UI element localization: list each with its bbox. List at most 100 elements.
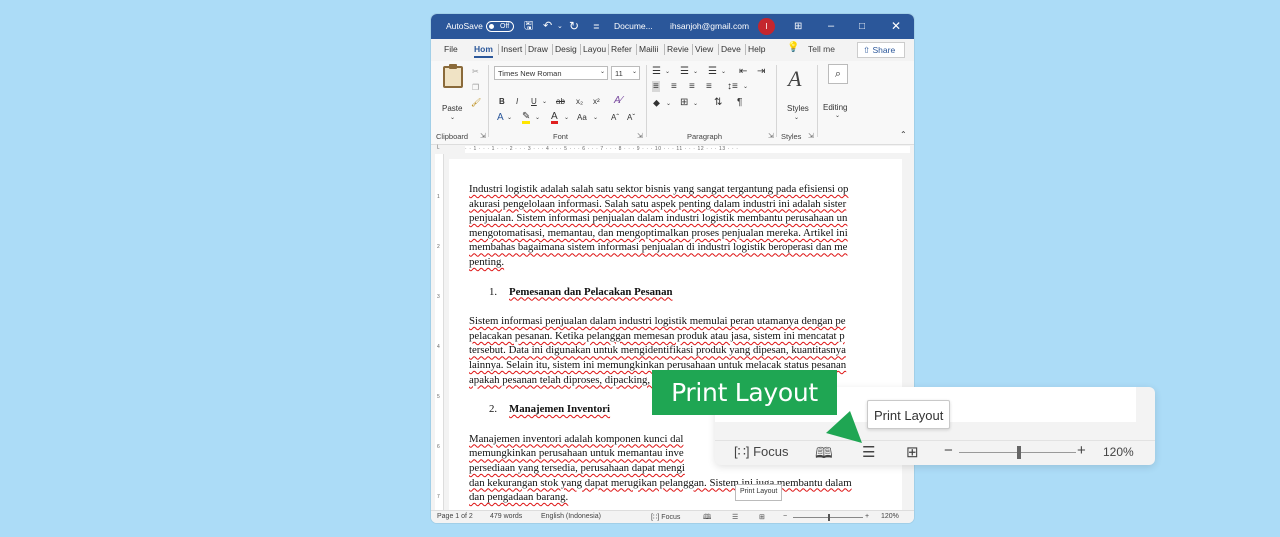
bullets-icon[interactable]: ☰ — [652, 66, 661, 77]
tab-selector-icon[interactable]: └ — [435, 146, 439, 152]
web-layout-icon[interactable]: ⊞ — [759, 513, 765, 521]
shrink-font-button[interactable]: Aˇ — [627, 113, 635, 122]
zoomed-zoom-level[interactable]: 120% — [1103, 445, 1134, 459]
align-left-icon[interactable]: ≡ — [652, 81, 660, 92]
zoom-level[interactable]: 120% — [881, 513, 899, 520]
bullets-dropdown-icon[interactable]: ⌄ — [665, 68, 670, 75]
styles-icon[interactable]: A — [788, 66, 801, 92]
justify-icon[interactable]: ≡ — [706, 81, 712, 92]
superscript-button[interactable]: x² — [593, 97, 600, 106]
zoom-in-icon[interactable]: + — [865, 513, 869, 520]
zoomed-web-layout-icon[interactable]: ⊞ — [906, 443, 919, 461]
sort-icon[interactable]: ⇅ — [714, 97, 722, 108]
editing-button[interactable]: Editing — [823, 103, 847, 112]
zoomed-zoom-out-icon[interactable]: − — [944, 442, 953, 459]
paste-button-label[interactable]: Paste — [442, 104, 462, 113]
tab-developer[interactable]: Deve — [721, 44, 741, 54]
tab-insert[interactable]: Insert — [501, 44, 522, 54]
paragraph-launcher-icon[interactable]: ⇲ — [768, 132, 774, 140]
styles-dropdown-icon[interactable]: ⌄ — [794, 114, 799, 121]
tab-references[interactable]: Refer — [611, 44, 632, 54]
line-spacing-dropdown-icon[interactable]: ⌄ — [743, 83, 748, 90]
tab-home[interactable]: Hom — [474, 44, 493, 58]
zoomed-zoom-thumb[interactable] — [1017, 446, 1021, 459]
align-right-icon[interactable]: ≡ — [689, 81, 695, 92]
multilevel-list-icon[interactable]: ☰ — [708, 66, 717, 77]
borders-icon[interactable]: ⊞ — [680, 97, 688, 108]
styles-launcher-icon[interactable]: ⇲ — [808, 132, 814, 140]
zoomed-read-mode-icon[interactable]: 🕮 — [815, 443, 833, 465]
show-formatting-icon[interactable]: ¶ — [737, 97, 742, 108]
underline-button[interactable]: U — [531, 97, 537, 106]
focus-button[interactable]: [∷] Focus — [651, 513, 680, 521]
font-color-dropdown-icon[interactable]: ⌄ — [564, 114, 569, 121]
tab-design[interactable]: Desig — [555, 44, 577, 54]
tab-mailings[interactable]: Mailii — [639, 44, 658, 54]
subscript-button[interactable]: x₂ — [576, 97, 583, 106]
undo-icon[interactable]: ↶ — [543, 14, 552, 39]
close-icon[interactable]: ✕ — [891, 14, 901, 39]
text-effects-dropdown-icon[interactable]: ⌄ — [507, 114, 512, 121]
shading-icon[interactable]: ⬥ — [653, 98, 660, 109]
tab-layout[interactable]: Layou — [583, 44, 606, 54]
zoom-slider-thumb[interactable] — [828, 514, 830, 521]
font-size-select[interactable]: 11 ⌄ — [611, 66, 640, 80]
align-center-icon[interactable]: ≡ — [671, 81, 677, 92]
strikethrough-button[interactable]: ab — [556, 97, 565, 106]
read-mode-icon[interactable]: 🕮 — [703, 513, 711, 523]
shading-dropdown-icon[interactable]: ⌄ — [666, 100, 671, 107]
minimize-icon[interactable]: – — [828, 14, 834, 39]
text-effects-icon[interactable]: A — [497, 112, 504, 123]
numbering-icon[interactable]: ☰ — [680, 66, 689, 77]
line-spacing-icon[interactable]: ↕≡ — [727, 81, 738, 92]
grow-font-button[interactable]: Aˆ — [611, 113, 619, 122]
paste-dropdown-icon[interactable]: ⌄ — [450, 114, 455, 121]
clipboard-launcher-icon[interactable]: ⇲ — [480, 132, 486, 140]
zoomed-focus-button[interactable]: [∷] Focus — [734, 444, 789, 460]
ribbon-display-options-icon[interactable]: ⊞ — [794, 14, 802, 39]
customize-qat-icon[interactable]: ≣ — [593, 14, 600, 39]
multilevel-dropdown-icon[interactable]: ⌄ — [721, 68, 726, 75]
borders-dropdown-icon[interactable]: ⌄ — [693, 100, 698, 107]
search-icon[interactable]: ⌕ — [828, 64, 848, 84]
editing-dropdown-icon[interactable]: ⌄ — [835, 112, 840, 119]
save-icon[interactable]: 🖫 — [524, 14, 533, 39]
underline-dropdown-icon[interactable]: ⌄ — [542, 98, 547, 105]
highlight-dropdown-icon[interactable]: ⌄ — [535, 114, 540, 121]
zoomed-print-layout-icon[interactable]: ☰ — [862, 443, 875, 461]
share-button[interactable]: ⇧ Share — [857, 42, 905, 58]
change-case-button[interactable]: Aa — [577, 113, 587, 122]
ruler-scale[interactable]: · · 1 · · · 1 · · · 2 · · · 3 · · · 4 · … — [465, 146, 910, 153]
clear-formatting-icon[interactable]: A⁄ — [614, 95, 622, 106]
bold-button[interactable]: B — [499, 97, 505, 106]
font-launcher-icon[interactable]: ⇲ — [637, 132, 643, 140]
undo-dropdown-icon[interactable]: ⌄ — [557, 14, 563, 39]
page-count[interactable]: Page 1 of 2 — [437, 513, 473, 520]
print-layout-icon[interactable]: ☰ — [732, 513, 738, 521]
format-painter-icon[interactable]: 🖌 — [471, 98, 481, 107]
tab-file[interactable]: File — [444, 44, 458, 54]
zoomed-zoom-in-icon[interactable]: + — [1077, 442, 1086, 459]
copy-icon[interactable]: ❐ — [472, 83, 479, 92]
tell-me-search[interactable]: Tell me — [808, 44, 835, 54]
zoom-out-icon[interactable]: − — [783, 513, 787, 520]
redo-icon[interactable]: ↻ — [569, 14, 579, 39]
decrease-indent-icon[interactable]: ⇤ — [739, 66, 747, 77]
document-name[interactable]: Docume... — [614, 14, 653, 39]
avatar[interactable]: I — [758, 18, 775, 35]
tab-review[interactable]: Revie — [667, 44, 689, 54]
italic-button[interactable]: I — [516, 97, 518, 106]
font-color-button[interactable]: A — [551, 112, 558, 124]
font-name-select[interactable]: Times New Roman ⌄ — [494, 66, 608, 80]
paste-icon[interactable] — [443, 64, 463, 88]
tab-help[interactable]: Help — [748, 44, 765, 54]
increase-indent-icon[interactable]: ⇥ — [757, 66, 765, 77]
vertical-ruler[interactable]: 1 2 3 4 5 6 7 — [435, 154, 444, 510]
tab-view[interactable]: View — [695, 44, 713, 54]
maximize-icon[interactable]: □ — [859, 14, 865, 39]
word-count[interactable]: 479 words — [490, 513, 522, 520]
styles-button[interactable]: Styles — [787, 104, 809, 113]
cut-icon[interactable]: ✂ — [472, 67, 479, 76]
numbering-dropdown-icon[interactable]: ⌄ — [693, 68, 698, 75]
change-case-dropdown-icon[interactable]: ⌄ — [593, 114, 598, 121]
